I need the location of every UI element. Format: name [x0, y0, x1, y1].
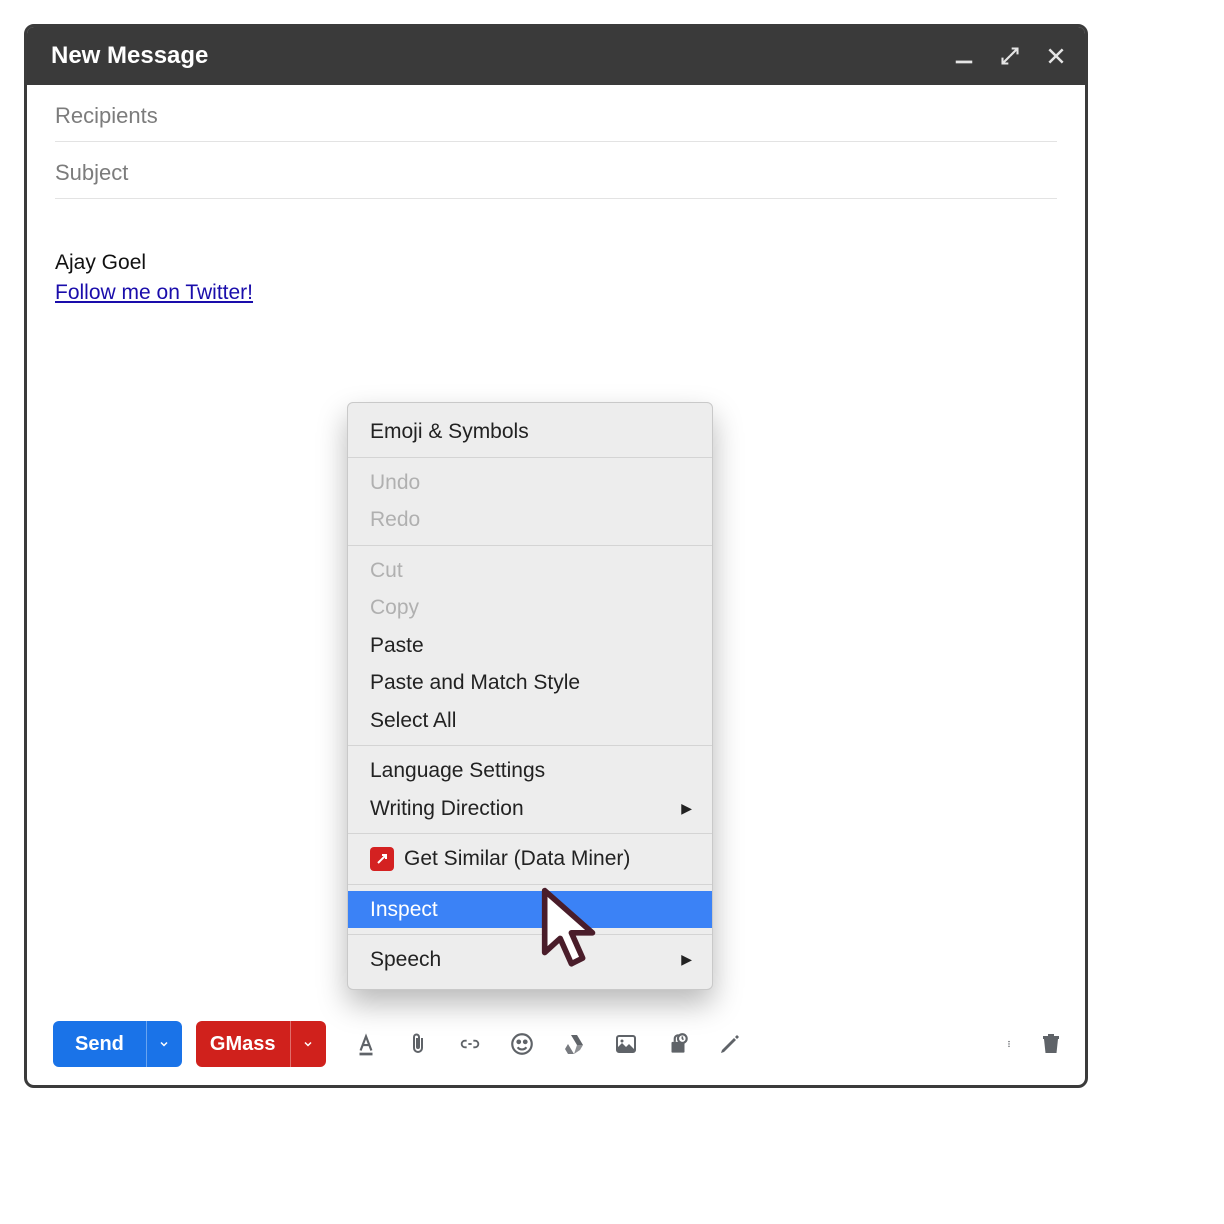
- context-menu-item[interactable]: Emoji & Symbols: [348, 413, 712, 451]
- window-controls: [953, 45, 1067, 67]
- context-menu-item[interactable]: Inspect: [348, 891, 712, 929]
- context-menu-label: Emoji & Symbols: [370, 416, 529, 448]
- signature-link-line: Follow me on Twitter!: [55, 281, 1057, 305]
- compose-window: New Message Recipients: [24, 24, 1088, 1088]
- attach-icon[interactable]: [404, 1030, 432, 1058]
- context-menu-label: Select All: [370, 705, 456, 737]
- window-title: New Message: [51, 42, 953, 70]
- context-menu-item: Copy: [348, 589, 712, 627]
- minimize-icon[interactable]: [953, 45, 975, 67]
- more-icon[interactable]: [995, 1030, 1023, 1058]
- pen-icon[interactable]: [716, 1030, 744, 1058]
- context-menu-group: Speech ▶: [348, 934, 712, 985]
- context-menu-label: Language Settings: [370, 755, 545, 787]
- context-menu-item[interactable]: Paste and Match Style: [348, 664, 712, 702]
- context-menu-item: Redo: [348, 501, 712, 539]
- gmass-dropdown[interactable]: [290, 1021, 326, 1067]
- context-menu-item: Cut: [348, 552, 712, 590]
- context-menu-label: Copy: [370, 592, 419, 624]
- context-menu-label: Get Similar (Data Miner): [404, 843, 630, 875]
- context-menu-item[interactable]: Get Similar (Data Miner): [348, 840, 712, 878]
- context-menu-item[interactable]: Speech ▶: [348, 941, 712, 979]
- twitter-link[interactable]: Follow me on Twitter!: [55, 281, 253, 304]
- emoji-icon[interactable]: [508, 1030, 536, 1058]
- compose-toolbar: Send GMass: [27, 1003, 1085, 1085]
- context-menu-group: Inspect: [348, 884, 712, 935]
- context-menu-item[interactable]: Paste: [348, 627, 712, 665]
- submenu-arrow-icon: ▶: [681, 798, 692, 819]
- context-menu-group: Undo Redo: [348, 457, 712, 545]
- context-menu-item: Undo: [348, 464, 712, 502]
- link-icon[interactable]: [456, 1030, 484, 1058]
- context-menu-item[interactable]: Select All: [348, 702, 712, 740]
- expand-icon[interactable]: [999, 45, 1021, 67]
- subject-field[interactable]: Subject: [55, 142, 1057, 199]
- signature-name: Ajay Goel: [55, 251, 1057, 275]
- submenu-arrow-icon: ▶: [681, 949, 692, 970]
- send-button-group: Send: [53, 1021, 182, 1067]
- context-menu-label: Redo: [370, 504, 420, 536]
- dataminer-icon: [370, 847, 394, 871]
- context-menu-label: Undo: [370, 467, 420, 499]
- context-menu-label: Cut: [370, 555, 403, 587]
- recipients-field[interactable]: Recipients: [55, 85, 1057, 142]
- message-body[interactable]: Ajay Goel Follow me on Twitter!: [27, 199, 1085, 305]
- context-menu-label: Inspect: [370, 894, 438, 926]
- send-dropdown[interactable]: [146, 1021, 182, 1067]
- trash-icon[interactable]: [1037, 1030, 1065, 1058]
- context-menu: Emoji & Symbols Undo Redo Cut Copy Paste Paste…: [347, 402, 713, 990]
- context-menu-item[interactable]: Writing Direction ▶: [348, 790, 712, 828]
- compose-fields: Recipients Subject: [27, 85, 1085, 199]
- context-menu-label: Paste and Match Style: [370, 667, 580, 699]
- drive-icon[interactable]: [560, 1030, 588, 1058]
- titlebar: New Message: [27, 27, 1085, 85]
- context-menu-group: Emoji & Symbols: [348, 407, 712, 457]
- image-icon[interactable]: [612, 1030, 640, 1058]
- context-menu-label: Speech: [370, 944, 441, 976]
- confidential-icon[interactable]: [664, 1030, 692, 1058]
- context-menu-group: Language Settings Writing Direction ▶: [348, 745, 712, 833]
- context-menu-label: Paste: [370, 630, 424, 662]
- context-menu-item[interactable]: Language Settings: [348, 752, 712, 790]
- gmass-button[interactable]: GMass: [196, 1021, 290, 1067]
- format-tools: [352, 1030, 744, 1058]
- context-menu-group: Get Similar (Data Miner): [348, 833, 712, 884]
- gmass-button-group: GMass: [196, 1021, 326, 1067]
- context-menu-group: Cut Copy Paste Paste and Match Style Select …: [348, 545, 712, 746]
- context-menu-label: Writing Direction: [370, 793, 524, 825]
- send-button[interactable]: Send: [53, 1021, 146, 1067]
- close-icon[interactable]: [1045, 45, 1067, 67]
- text-format-icon[interactable]: [352, 1030, 380, 1058]
